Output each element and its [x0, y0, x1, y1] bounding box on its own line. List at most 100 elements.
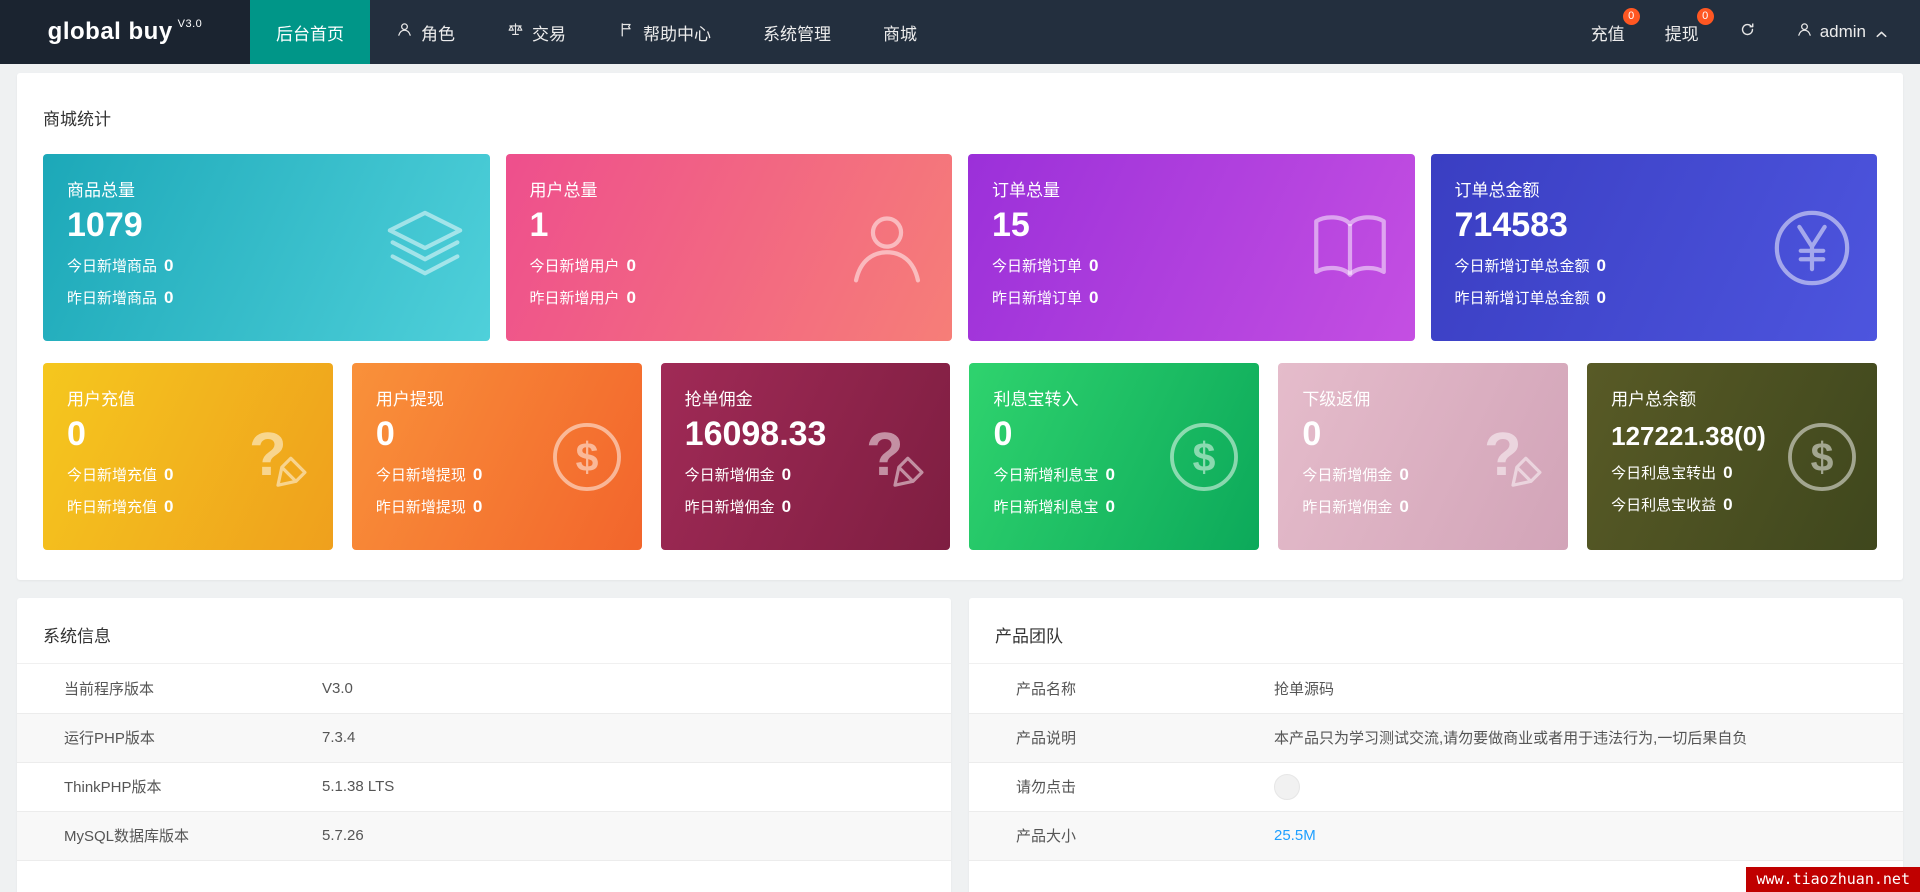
info-value	[1274, 762, 1903, 811]
info-label: 运行PHP版本	[64, 730, 155, 747]
info-value	[322, 860, 951, 892]
nav-help-center[interactable]: 帮助中心	[592, 0, 737, 64]
info-label: 请勿点击	[1016, 779, 1077, 796]
info-row	[17, 860, 951, 892]
info-value: 5.7.26	[322, 827, 364, 844]
system-info-title: 系统信息	[17, 598, 951, 664]
stat-title: 下级返佣	[1302, 390, 1371, 409]
stat-line: 昨日新增充值 0	[67, 497, 174, 517]
stats-row-1: 商品总量 1079 今日新增商品 0 昨日新增商品 0 用户总量 1 今日新增用户 0…	[17, 154, 1903, 341]
mall-stats-panel: 商城统计 商品总量 1079 今日新增商品 0 昨日新增商品 0 用户总量 1 今日…	[17, 73, 1903, 580]
nav-mall-label: 商城	[883, 24, 917, 44]
nav-dashboard[interactable]: 后台首页	[250, 0, 370, 64]
stats-row-2: 用户充值 0 今日新增充值 0 昨日新增充值 0 用户提现 0 今日新增提现 0 昨日…	[17, 363, 1903, 550]
nav-system-manage-label: 系统管理	[763, 24, 831, 44]
stat-card-interest-in: 利息宝转入 0 今日新增利息宝 0 昨日新增利息宝 0	[969, 363, 1260, 550]
stat-card-user-total: 用户总量 1 今日新增用户 0 昨日新增用户 0	[505, 154, 952, 341]
info-label: 产品说明	[1016, 730, 1077, 747]
product-team-title: 产品团队	[969, 598, 1903, 664]
nav-mall[interactable]: 商城	[857, 0, 943, 64]
info-row: 运行PHP版本 7.3.4	[17, 713, 951, 762]
nav-dashboard-label: 后台首页	[276, 24, 344, 44]
info-label: 产品大小	[1016, 828, 1077, 845]
stat-line: 昨日新增佣金 0	[1302, 497, 1409, 517]
stat-title: 用户总量	[529, 181, 598, 200]
do-not-click-icon[interactable]	[1274, 773, 1300, 800]
recharge-button[interactable]: 充值 0	[1571, 0, 1645, 64]
top-navbar: global buy V3.0 后台首页 角色 交易 帮助中心 系统管理 商城 …	[0, 0, 1920, 64]
stat-card-user-balance: 用户总余额 127221.38(0) 今日利息宝转出 0 今日利息宝收益 0	[1587, 363, 1877, 550]
info-row: 产品名称 抢单源码	[969, 664, 1903, 713]
nav-roles-label: 角色	[421, 24, 455, 44]
main-nav: 后台首页 角色 交易 帮助中心 系统管理 商城	[250, 0, 943, 64]
username: admin	[1819, 22, 1866, 41]
product-size-link[interactable]: 25.5M	[1274, 827, 1316, 844]
info-value: 5.1.38 LTS	[322, 778, 395, 795]
stat-card-order-total: 订单总量 15 今日新增订单 0 昨日新增订单 0	[968, 154, 1415, 341]
stat-title: 订单总金额	[1454, 181, 1540, 200]
question-pencil-icon	[1472, 416, 1554, 498]
dollar-icon	[546, 416, 628, 498]
flag-icon	[618, 21, 635, 43]
nav-help-center-label: 帮助中心	[643, 24, 711, 44]
layers-icon	[380, 203, 470, 293]
withdraw-button[interactable]: 提现 0	[1645, 0, 1719, 64]
stat-title: 用户总余额	[1611, 390, 1697, 409]
dollar-icon	[1163, 416, 1245, 498]
person-icon	[396, 21, 413, 43]
stat-title: 用户充值	[67, 390, 135, 409]
product-team-card: 产品团队 产品名称 抢单源码 产品说明 本产品只为学习测试交流,请勿要做商业或者…	[969, 598, 1903, 892]
system-info-card: 系统信息 当前程序版本 V3.0 运行PHP版本 7.3.4 ThinkPHP版…	[17, 598, 951, 892]
refresh-icon	[1739, 21, 1756, 43]
question-pencil-icon	[854, 416, 936, 498]
product-team-table: 产品名称 抢单源码 产品说明 本产品只为学习测试交流,请勿要做商业或者用于违法行…	[969, 664, 1903, 892]
info-label: 产品名称	[1016, 680, 1077, 698]
watermark: www.tiaozhuan.net	[1746, 867, 1920, 892]
nav-trade[interactable]: 交易	[481, 0, 592, 64]
stat-title: 商品总量	[67, 181, 135, 200]
info-label: MySQL数据库版本	[64, 828, 190, 845]
info-value: 7.3.4	[322, 729, 356, 746]
system-info-table: 当前程序版本 V3.0 运行PHP版本 7.3.4 ThinkPHP版本 5.1…	[17, 664, 951, 892]
app-logo-text: global buy	[47, 18, 173, 45]
info-label: ThinkPHP版本	[64, 779, 162, 796]
stat-title: 用户提现	[375, 390, 444, 409]
stat-card-order-amount: 订单总金额 714583 今日新增订单总金额 0 昨日新增订单总金额 0	[1430, 154, 1877, 341]
nav-trade-label: 交易	[532, 24, 566, 44]
stat-card-user-recharge: 用户充值 0 今日新增充值 0 昨日新增充值 0	[43, 363, 333, 550]
person-icon	[1796, 21, 1813, 43]
question-pencil-icon	[237, 416, 319, 498]
recharge-label: 充值	[1590, 24, 1625, 44]
nav-roles[interactable]: 角色	[370, 0, 481, 64]
stat-line: 昨日新增利息宝 0	[993, 497, 1115, 517]
app-version: V3.0	[177, 18, 203, 30]
stat-line: 昨日新增佣金 0	[684, 497, 792, 517]
user-menu[interactable]: admin	[1776, 0, 1906, 64]
app-logo[interactable]: global buy V3.0	[0, 0, 250, 64]
stat-card-user-withdraw: 用户提现 0 今日新增提现 0 昨日新增提现 0	[351, 363, 642, 550]
withdraw-label: 提现	[1664, 24, 1699, 44]
yen-icon	[1767, 203, 1857, 293]
refresh-button[interactable]	[1719, 0, 1776, 64]
stat-line: 昨日新增提现 0	[375, 497, 483, 517]
info-row: 当前程序版本 V3.0	[17, 664, 951, 713]
dollar-icon	[1781, 416, 1863, 498]
recharge-badge: 0	[1622, 8, 1640, 25]
user-icon	[842, 203, 932, 293]
bottom-section: 系统信息 当前程序版本 V3.0 运行PHP版本 7.3.4 ThinkPHP版…	[17, 598, 1903, 892]
info-value: V3.0	[322, 679, 353, 697]
stats-panel-title: 商城统计	[43, 110, 111, 129]
stat-title: 抢单佣金	[684, 390, 753, 409]
chevron-up-icon	[1873, 26, 1886, 39]
info-label	[17, 860, 322, 892]
stat-card-grab-commission: 抢单佣金 16098.33 今日新增佣金 0 昨日新增佣金 0	[660, 363, 951, 550]
nav-system-manage[interactable]: 系统管理	[737, 0, 857, 64]
info-row: MySQL数据库版本 5.7.26	[17, 811, 951, 860]
stat-card-product-total: 商品总量 1079 今日新增商品 0 昨日新增商品 0	[43, 154, 490, 341]
info-row: 产品大小 25.5M	[969, 811, 1903, 860]
stat-card-sub-rebate: 下级返佣 0 今日新增佣金 0 昨日新增佣金 0	[1278, 363, 1569, 550]
stat-title: 订单总量	[992, 181, 1060, 200]
scales-icon	[507, 21, 524, 43]
info-row: 请勿点击	[969, 762, 1903, 811]
info-row: 产品说明 本产品只为学习测试交流,请勿要做商业或者用于违法行为,一切后果自负	[969, 713, 1903, 762]
